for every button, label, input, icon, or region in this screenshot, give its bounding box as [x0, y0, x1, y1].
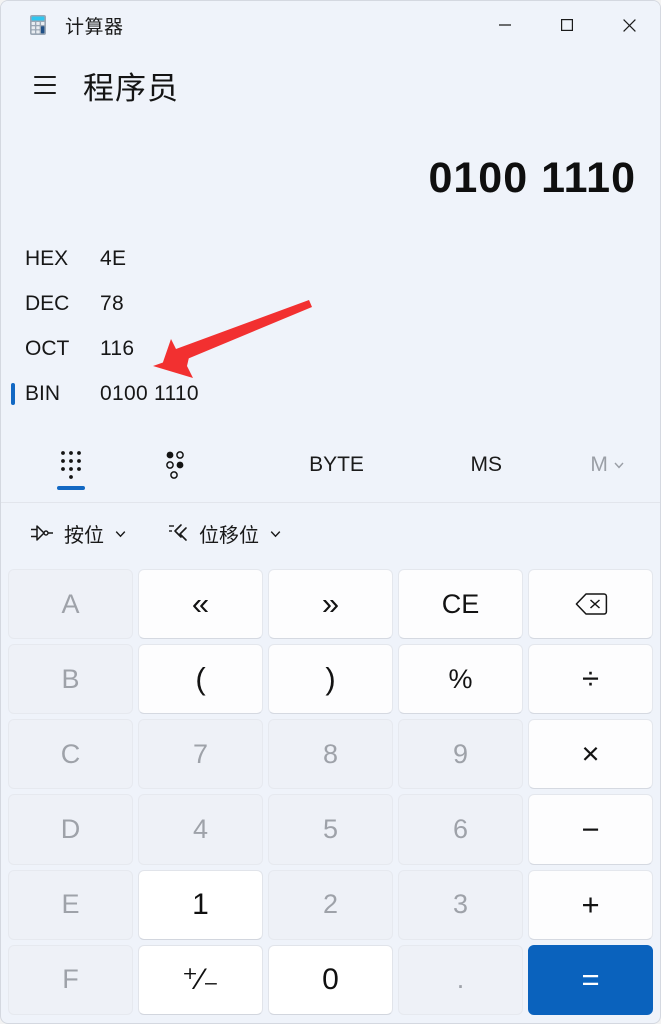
- chevron-down-icon: [614, 462, 624, 469]
- key-6[interactable]: 6: [398, 794, 523, 865]
- logic-gate-icon: [31, 525, 53, 541]
- minimize-icon: [499, 24, 511, 26]
- hamburger-bar: [34, 92, 56, 94]
- key-open-paren[interactable]: (: [138, 644, 263, 715]
- radix-label: BIN: [25, 381, 61, 405]
- hamburger-menu-icon[interactable]: [23, 63, 67, 107]
- keypad-dots-icon: [60, 451, 81, 479]
- key-divide[interactable]: ÷: [528, 644, 653, 715]
- page-title: 程序员: [83, 70, 179, 106]
- key-2[interactable]: 2: [268, 869, 393, 940]
- radix-indicator: [11, 248, 15, 270]
- key-shift-left[interactable]: «: [138, 569, 263, 640]
- radix-list: HEX 4E DEC 78 OCT 116 BIN 0100 1110: [1, 236, 660, 416]
- key-decimal[interactable]: .: [398, 944, 523, 1015]
- window-controls: [474, 1, 660, 49]
- operator-row: 按位 位移位: [1, 503, 660, 563]
- calculator-icon: [30, 15, 46, 35]
- key-9[interactable]: 9: [398, 719, 523, 790]
- key-negate[interactable]: ⁺⁄₋: [138, 944, 263, 1015]
- key-d[interactable]: D: [8, 794, 133, 865]
- memory-store-button[interactable]: MS: [434, 428, 538, 502]
- key-1[interactable]: 1: [138, 869, 263, 940]
- key-a[interactable]: A: [8, 569, 133, 640]
- tab-keypad[interactable]: [19, 428, 123, 502]
- memory-menu-button[interactable]: M: [556, 428, 660, 502]
- close-icon: [622, 18, 636, 32]
- key-equals[interactable]: =: [528, 944, 653, 1015]
- display-area: 0100 1110: [1, 121, 660, 200]
- key-clear-entry[interactable]: CE: [398, 569, 523, 640]
- tab-word-size[interactable]: BYTE: [285, 428, 389, 502]
- bitwise-dropdown[interactable]: 按位: [21, 515, 136, 552]
- key-3[interactable]: 3: [398, 869, 523, 940]
- tab-row: BYTE MS M: [1, 428, 660, 503]
- radix-label: OCT: [25, 336, 70, 360]
- maximize-icon: [561, 19, 574, 32]
- window-title: 计算器: [65, 16, 124, 38]
- keypad-grid: A « » CE B ( ) % ÷ C 7 8 9 × D 4 5 6 − E…: [1, 563, 660, 1023]
- key-e[interactable]: E: [8, 869, 133, 940]
- memory-menu-label: M: [590, 453, 608, 476]
- radix-indicator-active: [11, 382, 15, 405]
- radix-row-dec[interactable]: DEC 78: [1, 281, 660, 326]
- bitshift-label: 位移位: [199, 524, 259, 547]
- app-header: 程序员: [1, 49, 660, 121]
- key-shift-right[interactable]: »: [268, 569, 393, 640]
- radix-value: 116: [100, 336, 135, 360]
- bitshift-dropdown[interactable]: 位移位: [158, 515, 291, 552]
- radix-value: 4E: [100, 246, 127, 270]
- hamburger-bar: [34, 76, 56, 78]
- key-5[interactable]: 5: [268, 794, 393, 865]
- maximize-button[interactable]: [536, 1, 598, 49]
- radix-value: 0100 1110: [100, 381, 199, 405]
- key-multiply[interactable]: ×: [528, 719, 653, 790]
- radix-row-oct[interactable]: OCT 116: [1, 326, 660, 371]
- radix-row-hex[interactable]: HEX 4E: [1, 236, 660, 281]
- radix-indicator: [11, 293, 15, 315]
- key-add[interactable]: +: [528, 869, 653, 940]
- chevron-down-icon: [115, 530, 126, 537]
- tab-selected-underline: [56, 486, 85, 490]
- key-subtract[interactable]: −: [528, 794, 653, 865]
- key-close-paren[interactable]: ): [268, 644, 393, 715]
- key-c[interactable]: C: [8, 719, 133, 790]
- key-4[interactable]: 4: [138, 794, 263, 865]
- title-bar: 计算器: [1, 1, 660, 49]
- key-percent[interactable]: %: [398, 644, 523, 715]
- key-7[interactable]: 7: [138, 719, 263, 790]
- bitwise-label: 按位: [64, 524, 104, 547]
- radix-value: 78: [100, 291, 124, 315]
- calculator-window: 计算器 程序员 0100 1110 HEX 4E DEC 78 OCT 116 …: [0, 0, 661, 1024]
- tab-bit-toggle[interactable]: [123, 428, 227, 502]
- key-8[interactable]: 8: [268, 719, 393, 790]
- minimize-button[interactable]: [474, 1, 536, 49]
- radix-indicator: [11, 338, 15, 360]
- close-button[interactable]: [598, 1, 660, 49]
- bit-toggle-icon: [165, 451, 184, 479]
- hamburger-bar: [34, 84, 56, 86]
- radix-row-bin[interactable]: BIN 0100 1110: [1, 371, 660, 416]
- display-value[interactable]: 0100 1110: [1, 157, 636, 200]
- radix-label: DEC: [25, 291, 70, 315]
- bit-shift-icon: [169, 524, 187, 541]
- key-b[interactable]: B: [8, 644, 133, 715]
- key-0[interactable]: 0: [268, 944, 393, 1015]
- backspace-icon: [575, 593, 607, 615]
- tab-underline: [161, 486, 189, 490]
- key-backspace[interactable]: [528, 569, 653, 640]
- radix-label: HEX: [25, 246, 69, 270]
- key-f[interactable]: F: [8, 944, 133, 1015]
- chevron-down-icon: [270, 530, 281, 537]
